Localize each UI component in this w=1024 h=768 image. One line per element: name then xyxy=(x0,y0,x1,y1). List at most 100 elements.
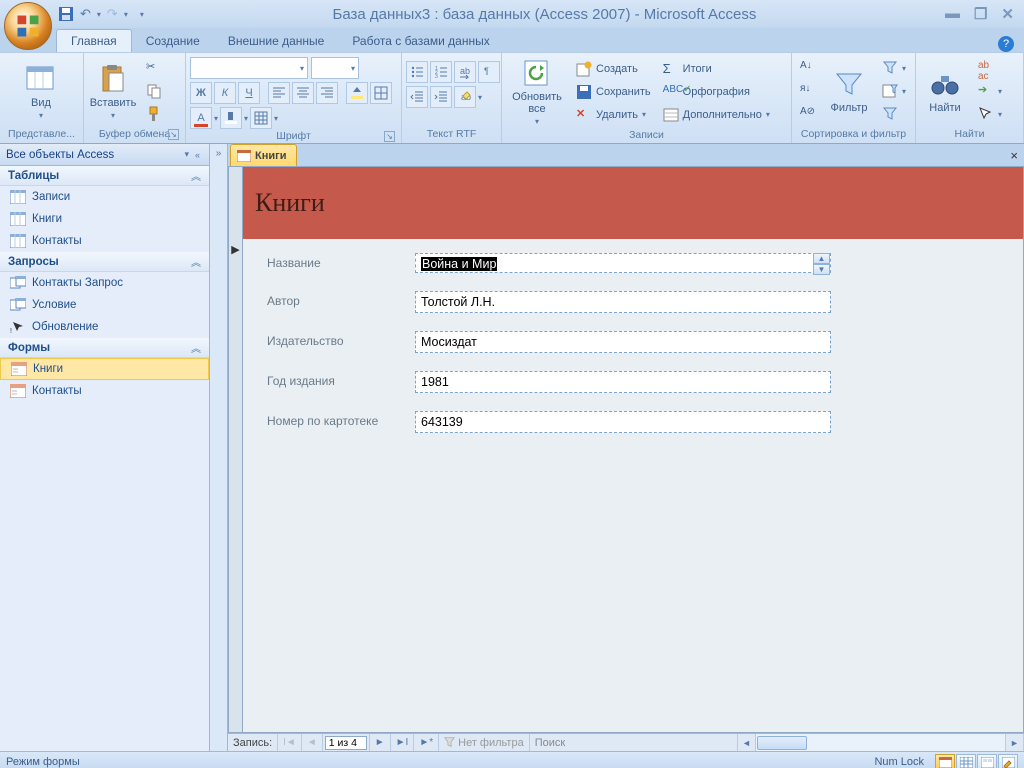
undo-dropdown-icon[interactable]: ▾ xyxy=(97,10,101,19)
field-input[interactable]: Толстой Л.Н. xyxy=(415,291,831,313)
decrease-indent-button[interactable] xyxy=(406,86,428,108)
tab-external-data[interactable]: Внешние данные xyxy=(214,30,339,52)
align-left-button[interactable] xyxy=(268,82,290,104)
align-right-button[interactable] xyxy=(316,82,338,104)
office-button[interactable] xyxy=(4,2,52,50)
underline-button[interactable]: Ч xyxy=(238,82,260,104)
close-button[interactable]: ✕ xyxy=(1001,5,1014,23)
chevron-down-icon[interactable]: ▾ xyxy=(184,149,189,160)
bold-button[interactable]: Ж xyxy=(190,82,212,104)
new-record-button[interactable]: Создать xyxy=(572,58,655,80)
nav-item[interactable]: Условие xyxy=(0,294,209,316)
paste-button[interactable]: Вставить ▾ xyxy=(88,61,138,122)
chevron-down-icon[interactable]: ▾ xyxy=(274,114,278,123)
record-position-input[interactable] xyxy=(325,736,367,750)
chevron-down-icon[interactable]: ▾ xyxy=(478,93,482,102)
scrollbar-thumb[interactable] xyxy=(757,736,807,750)
search-box[interactable]: Поиск xyxy=(530,734,738,751)
alt-gridlines-button[interactable] xyxy=(250,107,272,129)
spelling-button[interactable]: ABC✓Орфография xyxy=(659,81,774,103)
format-painter-button[interactable] xyxy=(142,103,166,125)
italic-button[interactable]: К xyxy=(214,82,236,104)
help-button[interactable]: ? xyxy=(998,36,1014,52)
replace-button[interactable]: abac xyxy=(974,57,1006,79)
new-record-nav-button[interactable]: ►* xyxy=(414,734,439,751)
collapse-icon[interactable]: « xyxy=(195,150,200,160)
clear-sort-button[interactable]: A⊘ xyxy=(796,103,820,125)
horizontal-scrollbar[interactable] xyxy=(756,734,1006,751)
nav-group-header[interactable]: Формы︽ xyxy=(0,338,209,358)
nav-item[interactable]: Контакты xyxy=(0,230,209,252)
datasheet-view-button[interactable] xyxy=(956,754,976,768)
tab-database-tools[interactable]: Работа с базами данных xyxy=(338,30,503,52)
increase-indent-button[interactable] xyxy=(430,86,452,108)
field-input[interactable]: 643139 xyxy=(415,411,831,433)
next-record-button[interactable]: ► xyxy=(370,734,391,751)
form-view-button[interactable] xyxy=(935,754,955,768)
ltr-button[interactable]: ab xyxy=(454,61,476,83)
design-view-button[interactable] xyxy=(998,754,1018,768)
nav-pane-header[interactable]: Все объекты Access ▾ « xyxy=(0,144,209,166)
nav-item[interactable]: Книги xyxy=(0,208,209,230)
save-record-button[interactable]: Сохранить xyxy=(572,81,655,103)
nav-item[interactable]: !Обновление xyxy=(0,316,209,338)
fill-color-button[interactable] xyxy=(346,82,368,104)
scroll-up-icon[interactable]: ▲ xyxy=(813,253,830,264)
first-record-button[interactable]: I◄ xyxy=(278,734,302,751)
last-record-button[interactable]: ►I xyxy=(391,734,415,751)
align-center-button[interactable] xyxy=(292,82,314,104)
nav-item[interactable]: Книги xyxy=(0,358,209,380)
scroll-left-button[interactable]: ◄ xyxy=(738,734,756,751)
doc-tab-books[interactable]: Книги xyxy=(230,144,297,166)
cut-button[interactable]: ✂ xyxy=(142,57,166,79)
field-input[interactable]: Мосиздат xyxy=(415,331,831,353)
more-button[interactable]: Дополнительно▾ xyxy=(659,104,774,126)
nav-group-header[interactable]: Таблицы︽ xyxy=(0,166,209,186)
filter-indicator[interactable]: Нет фильтра xyxy=(439,734,530,751)
undo-icon[interactable]: ↶ xyxy=(80,6,91,22)
font-name-combo[interactable] xyxy=(190,57,308,79)
layout-view-button[interactable] xyxy=(977,754,997,768)
view-button[interactable]: Вид ▾ xyxy=(4,61,78,122)
prev-record-button[interactable]: ◄ xyxy=(302,734,323,751)
bullets-button[interactable] xyxy=(406,61,428,83)
nav-group-header[interactable]: Запросы︽ xyxy=(0,252,209,272)
find-button[interactable]: Найти xyxy=(920,66,970,116)
numbering-button[interactable]: 123 xyxy=(430,61,452,83)
totals-button[interactable]: ΣИтоги xyxy=(659,58,774,80)
record-selector[interactable]: ▶ xyxy=(229,167,243,732)
tab-create[interactable]: Создание xyxy=(132,30,214,52)
gridlines-button[interactable] xyxy=(370,82,392,104)
font-size-combo[interactable] xyxy=(311,57,359,79)
close-tab-button[interactable]: × xyxy=(1010,148,1018,163)
sort-desc-button[interactable]: я↓ xyxy=(796,80,820,102)
shutter-bar[interactable]: » xyxy=(210,144,228,751)
font-color-button[interactable]: A xyxy=(190,107,212,129)
selection-filter-button[interactable]: ▾ xyxy=(878,57,910,79)
select-button[interactable]: ▾ xyxy=(974,103,1006,125)
refresh-all-button[interactable]: Обновить все ▾ xyxy=(506,55,568,128)
redo-dropdown-icon[interactable]: ▾ xyxy=(124,10,128,19)
field-input[interactable]: 1981 xyxy=(415,371,831,393)
maximize-button[interactable]: ❐ xyxy=(974,5,987,23)
save-icon[interactable] xyxy=(58,6,74,22)
nav-item[interactable]: Контакты xyxy=(0,380,209,402)
sort-asc-button[interactable]: A↓ xyxy=(796,57,820,79)
dialog-launcher-icon[interactable]: ↘ xyxy=(168,129,179,140)
field-input[interactable]: Война и Мир▲▼ xyxy=(415,253,831,273)
advanced-filter-button[interactable]: ▾ xyxy=(878,80,910,102)
goto-button[interactable]: ➔▾ xyxy=(974,80,1006,102)
chevron-down-icon[interactable]: ▾ xyxy=(244,114,248,123)
dialog-launcher-icon[interactable]: ↘ xyxy=(384,131,395,142)
rtl-button[interactable]: ¶ xyxy=(478,61,500,83)
scroll-right-button[interactable]: ► xyxy=(1006,734,1024,751)
nav-item[interactable]: Контакты Запрос xyxy=(0,272,209,294)
minimize-button[interactable]: ▬ xyxy=(945,5,960,23)
nav-item[interactable]: Записи xyxy=(0,186,209,208)
copy-button[interactable] xyxy=(142,80,166,102)
redo-icon[interactable]: ↷ xyxy=(107,6,118,22)
text-highlight-button[interactable]: ab xyxy=(454,86,476,108)
scroll-down-icon[interactable]: ▼ xyxy=(813,264,830,275)
delete-record-button[interactable]: ✕Удалить▾ xyxy=(572,104,655,126)
filter-button[interactable]: Фильтр xyxy=(824,66,874,116)
